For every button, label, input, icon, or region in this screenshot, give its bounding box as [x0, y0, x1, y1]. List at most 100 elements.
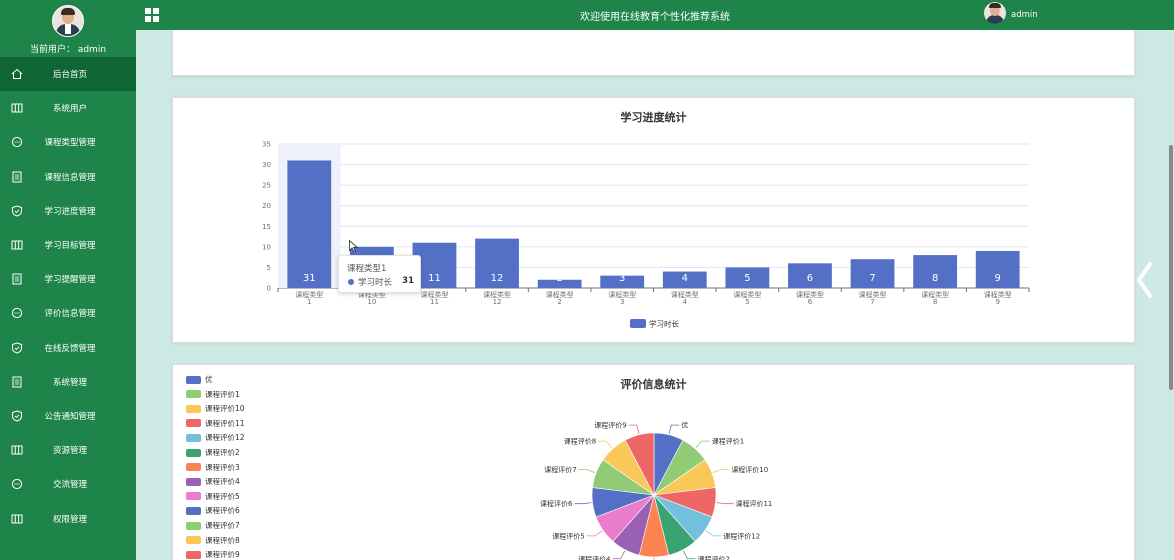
- chevron-right-icon[interactable]: [1131, 258, 1161, 302]
- mouse-cursor-icon: [349, 240, 358, 253]
- x-tick-label: 1: [307, 298, 311, 306]
- pie-label-line: [628, 424, 640, 434]
- pie-label: 课程评价4: [578, 554, 611, 560]
- main-content: 学习进度统计 0510152025303531课程类型110课程类型1011课程…: [136, 30, 1174, 560]
- progress-bar-chart: 0510152025303531课程类型110课程类型1011课程类型1112课…: [262, 141, 1030, 329]
- progress-chart-card: 学习进度统计 0510152025303531课程类型110课程类型1011课程…: [172, 97, 1135, 343]
- y-tick-label: 25: [262, 182, 271, 190]
- document-icon: [11, 171, 23, 183]
- previous-card: [172, 30, 1135, 76]
- sidebar-item-4[interactable]: 学习进度管理: [0, 194, 136, 228]
- document-icon: [11, 273, 23, 285]
- shield-icon: [11, 205, 23, 217]
- pie-label: 课程评价7: [544, 465, 576, 474]
- document-icon: [11, 376, 23, 388]
- bar-value-label: 31: [303, 273, 316, 284]
- sidebar-item-0[interactable]: 后台首页: [0, 57, 136, 92]
- columns-icon: [11, 513, 23, 525]
- bar: [287, 160, 332, 288]
- sidebar-item-1[interactable]: 系统用户: [0, 91, 136, 125]
- columns-icon: [11, 444, 23, 456]
- sidebar-item-7[interactable]: 评价信息管理: [0, 296, 136, 330]
- sidebar-item-11[interactable]: 资源管理: [0, 433, 136, 467]
- x-tick-label: 6: [808, 298, 813, 306]
- sidebar-item-6[interactable]: 学习提醒管理: [0, 262, 136, 296]
- pie-label-line: [668, 424, 680, 434]
- pie-label: 课程评价2: [697, 554, 729, 560]
- pie-label-line: [586, 530, 603, 537]
- sidebar-item-5[interactable]: 学习目标管理: [0, 228, 136, 262]
- page-scrollbar[interactable]: [1169, 145, 1173, 390]
- sidebar-item-13[interactable]: 权限管理: [0, 501, 136, 535]
- home-icon: [11, 68, 23, 80]
- bar-value-label: 4: [682, 273, 688, 284]
- shield-icon: [11, 410, 23, 422]
- sidebar-item-3[interactable]: 课程信息管理: [0, 160, 136, 194]
- tooltip-series-dot: [348, 279, 354, 285]
- bar-value-label: 8: [932, 273, 938, 284]
- x-tick-label: 5: [745, 298, 749, 306]
- sidebar-item-10[interactable]: 公告通知管理: [0, 399, 136, 433]
- header-username[interactable]: admin: [1011, 10, 1038, 20]
- legend-label: 学习时长: [649, 319, 679, 329]
- sidebar-user: 当前用户： admin: [0, 0, 136, 57]
- pie-label: 课程评价9: [594, 421, 626, 430]
- pie-label-line: [574, 502, 592, 505]
- bar-value-label: 9: [995, 273, 1001, 284]
- x-tick-label: 4: [683, 298, 688, 306]
- pie-label-line: [598, 440, 613, 449]
- pie-label-line: [695, 440, 710, 449]
- x-tick-label: 10: [367, 298, 376, 306]
- pie-label: 课程评价1: [712, 437, 744, 446]
- pie-label-line: [712, 469, 730, 474]
- sidebar: 当前用户： admin 后台首页 系统用户 课程类型管理 课程信息管理 学习进度管理 学习…: [0, 0, 136, 560]
- x-tick-label: 3: [620, 298, 624, 306]
- avatar[interactable]: [52, 5, 84, 37]
- pie-label-line: [578, 469, 596, 474]
- x-tick-label: 9: [995, 298, 999, 306]
- bar-value-label: 12: [491, 273, 504, 284]
- pie-label: 课程评价5: [552, 531, 584, 540]
- tooltip-title: 课程类型1: [347, 264, 387, 274]
- sidebar-item-9[interactable]: 系统管理: [0, 365, 136, 399]
- y-tick-label: 35: [262, 141, 271, 149]
- chat-icon: [11, 478, 23, 490]
- pie-label-line: [612, 550, 626, 560]
- pie-label-line: [682, 550, 696, 560]
- top-bar: 欢迎使用在线教育个性化推荐系统 admin: [136, 0, 1174, 30]
- y-tick-label: 0: [267, 285, 271, 293]
- x-tick-label: 2: [557, 298, 561, 306]
- pie-label-line: [716, 502, 734, 505]
- sidebar-menu: 后台首页 系统用户 课程类型管理 课程信息管理 学习进度管理 学习目标管理 学习提醒管理 评价…: [0, 57, 136, 536]
- sidebar-item-12[interactable]: 交流管理: [0, 467, 136, 501]
- columns-icon: [11, 239, 23, 251]
- x-tick-label: 7: [870, 298, 874, 306]
- bar-value-label: 3: [619, 273, 625, 284]
- y-tick-label: 20: [262, 202, 271, 210]
- bar-value-label: 11: [428, 273, 441, 284]
- y-tick-label: 30: [262, 161, 271, 169]
- pie-label: 优: [681, 421, 688, 430]
- tooltip-value: 31: [402, 276, 414, 286]
- chat-icon: [11, 307, 23, 319]
- bar-value-label: 6: [807, 273, 813, 284]
- y-tick-label: 15: [262, 223, 271, 231]
- sidebar-item-8[interactable]: 在线反馈管理: [0, 331, 136, 365]
- y-tick-label: 5: [267, 264, 271, 272]
- x-tick-label: 11: [430, 298, 439, 306]
- chart-tooltip: 课程类型1 学习时长 31: [338, 255, 421, 293]
- bar-value-label: 7: [869, 273, 875, 284]
- columns-icon: [11, 102, 23, 114]
- evaluation-pie-chart: 优课程评价1课程评价10课程评价11课程评价12课程评价2课程评价3课程评价4课…: [540, 421, 772, 560]
- pie-label: 课程评价12: [723, 531, 760, 540]
- x-tick-label: 8: [933, 298, 937, 306]
- evaluation-chart-card: 评价信息统计 优课程评价1 课程评价10 课程评价11 课程评价12 课程评价2 课程评价…: [172, 364, 1135, 560]
- bar-value-label: 5: [744, 273, 750, 284]
- current-user-label: 当前用户： admin: [29, 45, 107, 55]
- pie-label: 课程评价8: [564, 437, 596, 446]
- header-avatar[interactable]: [984, 2, 1006, 24]
- tooltip-series-name: 学习时长: [358, 278, 393, 288]
- pie-label: 课程评价10: [731, 465, 768, 474]
- sidebar-item-2[interactable]: 课程类型管理: [0, 125, 136, 159]
- pie-label: 课程评价6: [540, 499, 573, 508]
